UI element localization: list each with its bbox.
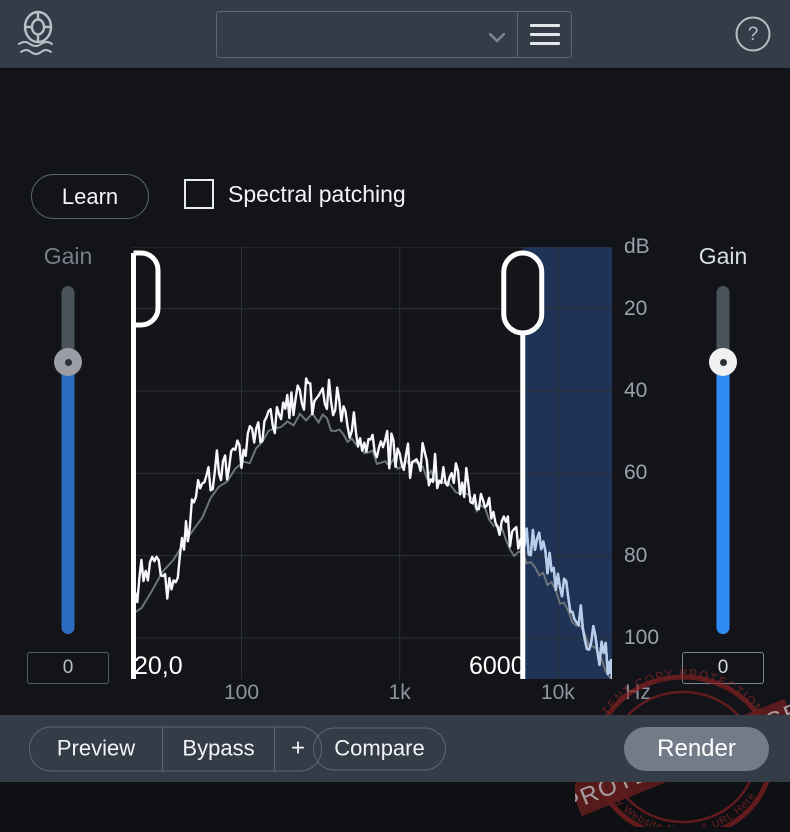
input-gain-value[interactable]: 0	[27, 652, 109, 684]
preset-dropdown[interactable]	[217, 12, 517, 57]
footer-bar: Preview Bypass + Compare Render	[0, 715, 790, 782]
freq-tick-1k: 1k	[388, 681, 411, 704]
preset-control-group	[216, 11, 572, 58]
main-panel: Learn Spectral patching Gain 0 Gain 0 20…	[0, 69, 790, 832]
checkbox-unchecked-icon[interactable]	[184, 179, 214, 209]
output-gain-thumb[interactable]	[709, 348, 737, 376]
svg-text:?: ?	[748, 24, 759, 45]
spectral-patching-label: Spectral patching	[228, 180, 406, 207]
output-gain-label: Gain	[698, 243, 748, 269]
question-mark-circle-icon[interactable]: ?	[734, 15, 772, 53]
selection-handles	[131, 250, 545, 679]
transport-button-group: Preview Bypass +	[29, 726, 323, 771]
input-gain-fill	[61, 359, 75, 634]
chevron-down-icon	[488, 30, 506, 42]
spectrum-graph[interactable]	[131, 247, 612, 679]
compare-button[interactable]: Compare	[313, 727, 446, 770]
svg-text:My Website Name & URL Here: My Website Name & URL Here	[608, 790, 759, 827]
render-button[interactable]: Render	[624, 726, 769, 771]
header-bar: ?	[0, 0, 790, 69]
output-gain-fill	[716, 359, 730, 634]
high-frequency-handle-label[interactable]: 6000	[469, 654, 525, 679]
db-tick-20: 20	[624, 296, 648, 320]
input-gain-thumb[interactable]	[54, 348, 82, 376]
db-axis: dB 20 40 60 80 100	[612, 235, 672, 679]
spectral-patching-control[interactable]: Spectral patching	[184, 179, 406, 209]
low-frequency-handle-label[interactable]: 20,0	[134, 654, 183, 679]
db-tick-60: 60	[624, 461, 648, 485]
bypass-button[interactable]: Bypass	[162, 727, 274, 770]
lifebuoy-waves-icon	[14, 8, 62, 58]
freq-tick-10k: 10k	[540, 681, 575, 704]
db-tick-100: 100	[624, 625, 660, 649]
db-tick-80: 80	[624, 543, 648, 567]
output-gain-slider[interactable]	[682, 286, 764, 634]
preview-button[interactable]: Preview	[30, 727, 162, 770]
db-tick-dB: dB	[624, 235, 650, 258]
learn-button[interactable]: Learn	[31, 174, 149, 219]
db-tick-40: 40	[624, 379, 648, 402]
output-gain-slider-group: Gain 0	[682, 243, 764, 684]
spectrum-plot	[131, 247, 612, 679]
frequency-axis: 100 1k 10k Hz	[131, 681, 671, 715]
input-gain-slider-group: Gain 0	[27, 243, 109, 684]
input-gain-label: Gain	[43, 243, 93, 269]
hamburger-menu-icon[interactable]	[517, 12, 571, 57]
output-gain-value[interactable]: 0	[682, 652, 764, 684]
plugin-window: ? Learn Spectral patching Gain 0 Gain 0 …	[0, 0, 790, 832]
input-gain-slider[interactable]	[27, 286, 109, 634]
freq-axis-unit: Hz	[625, 681, 651, 704]
freq-tick-100: 100	[224, 681, 260, 704]
